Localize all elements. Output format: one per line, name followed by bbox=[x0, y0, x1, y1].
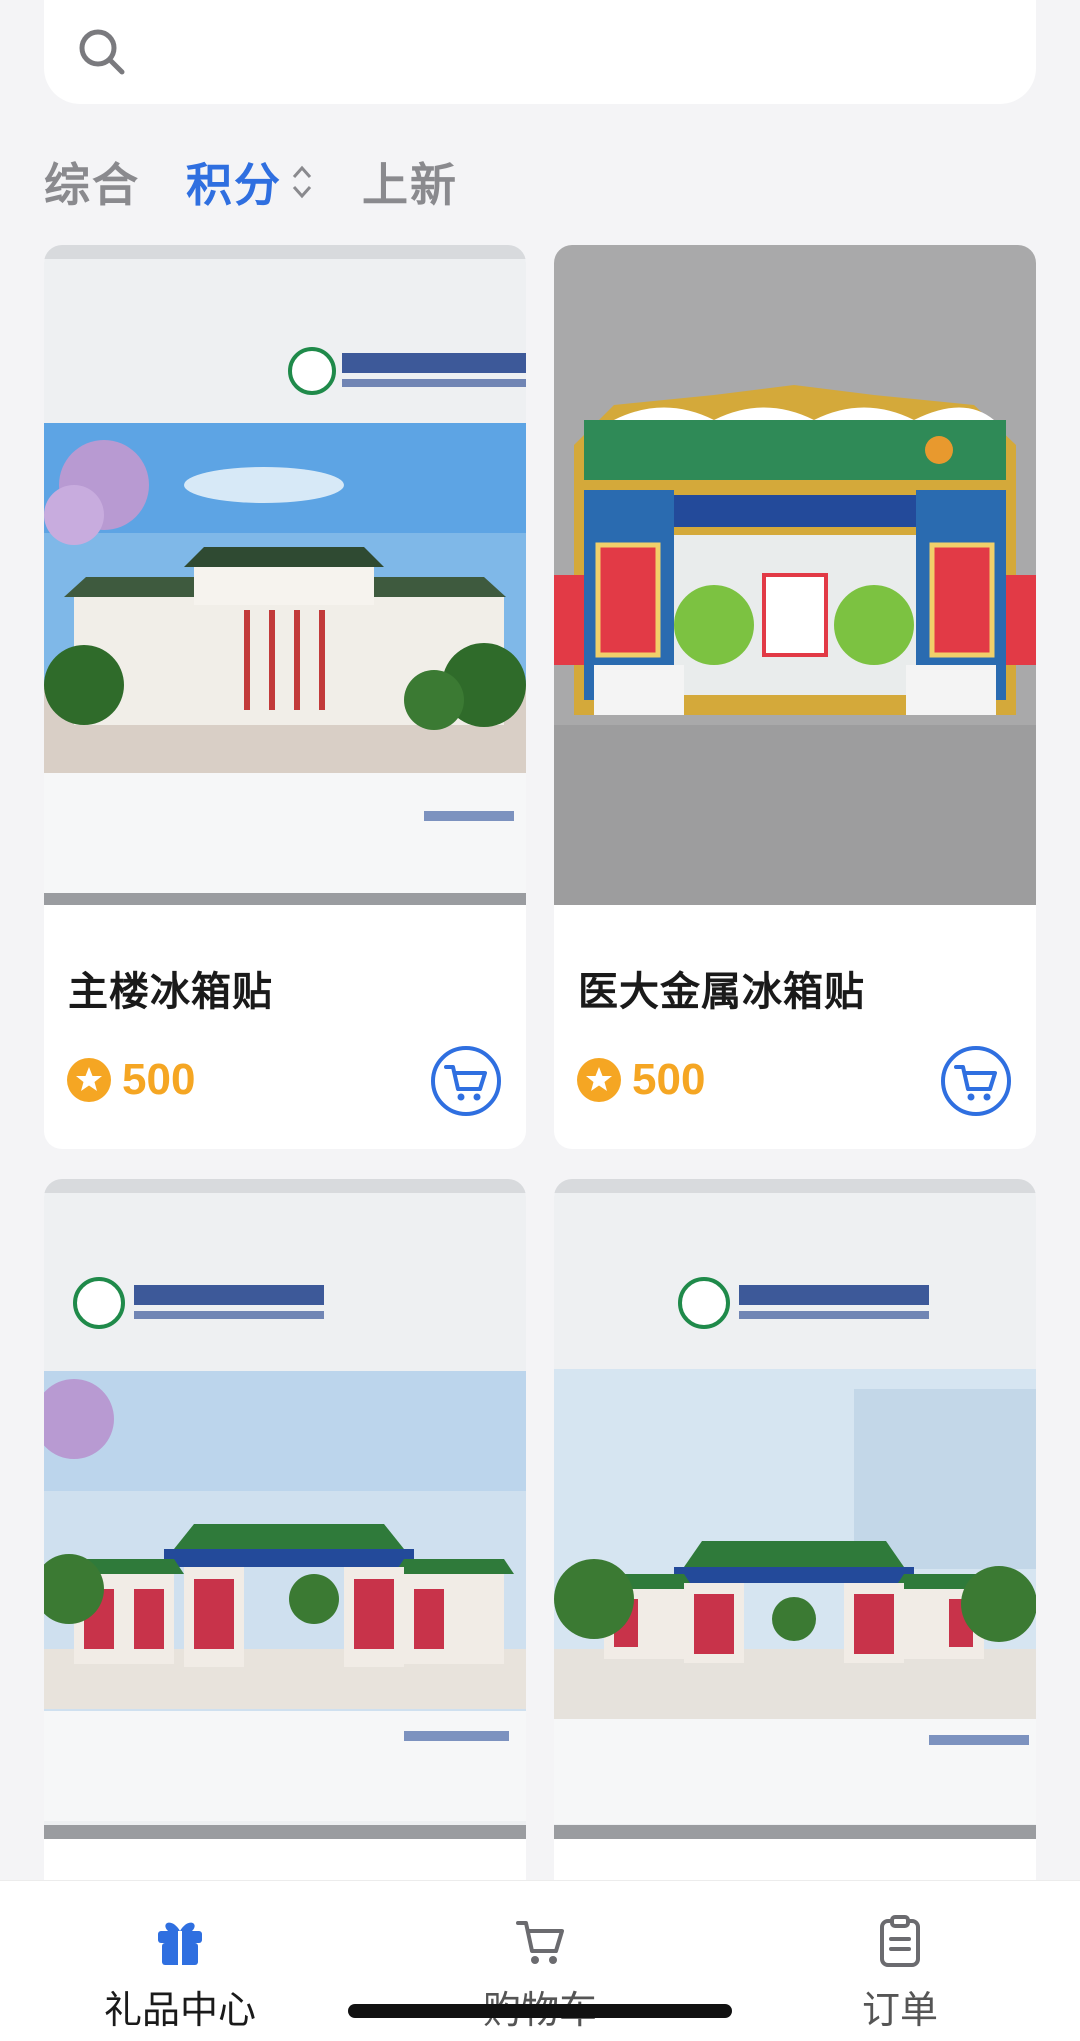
search-icon bbox=[79, 29, 125, 75]
tab-label: 综合 bbox=[44, 158, 140, 212]
price-row: 500 bbox=[576, 1055, 705, 1105]
gift-icon bbox=[158, 1922, 202, 1965]
product-price: 500 bbox=[632, 1055, 706, 1104]
nav-item-gift-center[interactable]: 礼品中心 bbox=[30, 1881, 330, 2041]
product-price: 500 bbox=[122, 1055, 196, 1104]
sort-tabs: 综合 积分 上新 bbox=[44, 146, 504, 218]
product-card[interactable]: 主楼冰箱贴 500 bbox=[44, 245, 526, 1149]
clipboard-icon bbox=[880, 1915, 920, 1967]
product-image-main-building[interactable] bbox=[44, 245, 526, 905]
sort-arrows-icon bbox=[292, 165, 312, 199]
search-bar[interactable] bbox=[44, 0, 1036, 104]
product-image-gate[interactable] bbox=[44, 1179, 526, 1839]
tab-new[interactable]: 上新 bbox=[362, 149, 458, 215]
home-indicator[interactable] bbox=[348, 2004, 732, 2018]
nav-label: 礼品中心 bbox=[103, 1988, 256, 2032]
tab-points[interactable]: 积分 bbox=[186, 149, 316, 215]
product-title: 医大金属冰箱贴 bbox=[578, 969, 865, 1015]
product-card[interactable]: 医大金属冰箱贴 500 bbox=[554, 245, 1036, 1149]
tab-label: 积分 bbox=[186, 158, 282, 212]
price-row: 500 bbox=[66, 1055, 195, 1105]
product-image-metal-gate[interactable] bbox=[554, 245, 1036, 905]
add-to-cart-button[interactable] bbox=[940, 1045, 1012, 1117]
tab-label: 上新 bbox=[362, 158, 458, 212]
cart-icon bbox=[516, 1921, 564, 1964]
tab-comprehensive[interactable]: 综合 bbox=[44, 149, 140, 215]
coin-icon bbox=[67, 1058, 111, 1102]
nav-label: 订单 bbox=[861, 1988, 938, 2032]
card-body: 医大金属冰箱贴 500 bbox=[554, 905, 1036, 1149]
product-grid: 主楼冰箱贴 500 医大金属冰箱贴 500 bbox=[44, 245, 1036, 2041]
product-image-gate-front[interactable] bbox=[554, 1179, 1036, 1839]
card-body: 主楼冰箱贴 500 bbox=[44, 905, 526, 1149]
product-title: 主楼冰箱贴 bbox=[68, 969, 273, 1015]
coin-icon bbox=[577, 1058, 621, 1102]
add-to-cart-button[interactable] bbox=[430, 1045, 502, 1117]
nav-item-orders[interactable]: 订单 bbox=[750, 1881, 1050, 2041]
